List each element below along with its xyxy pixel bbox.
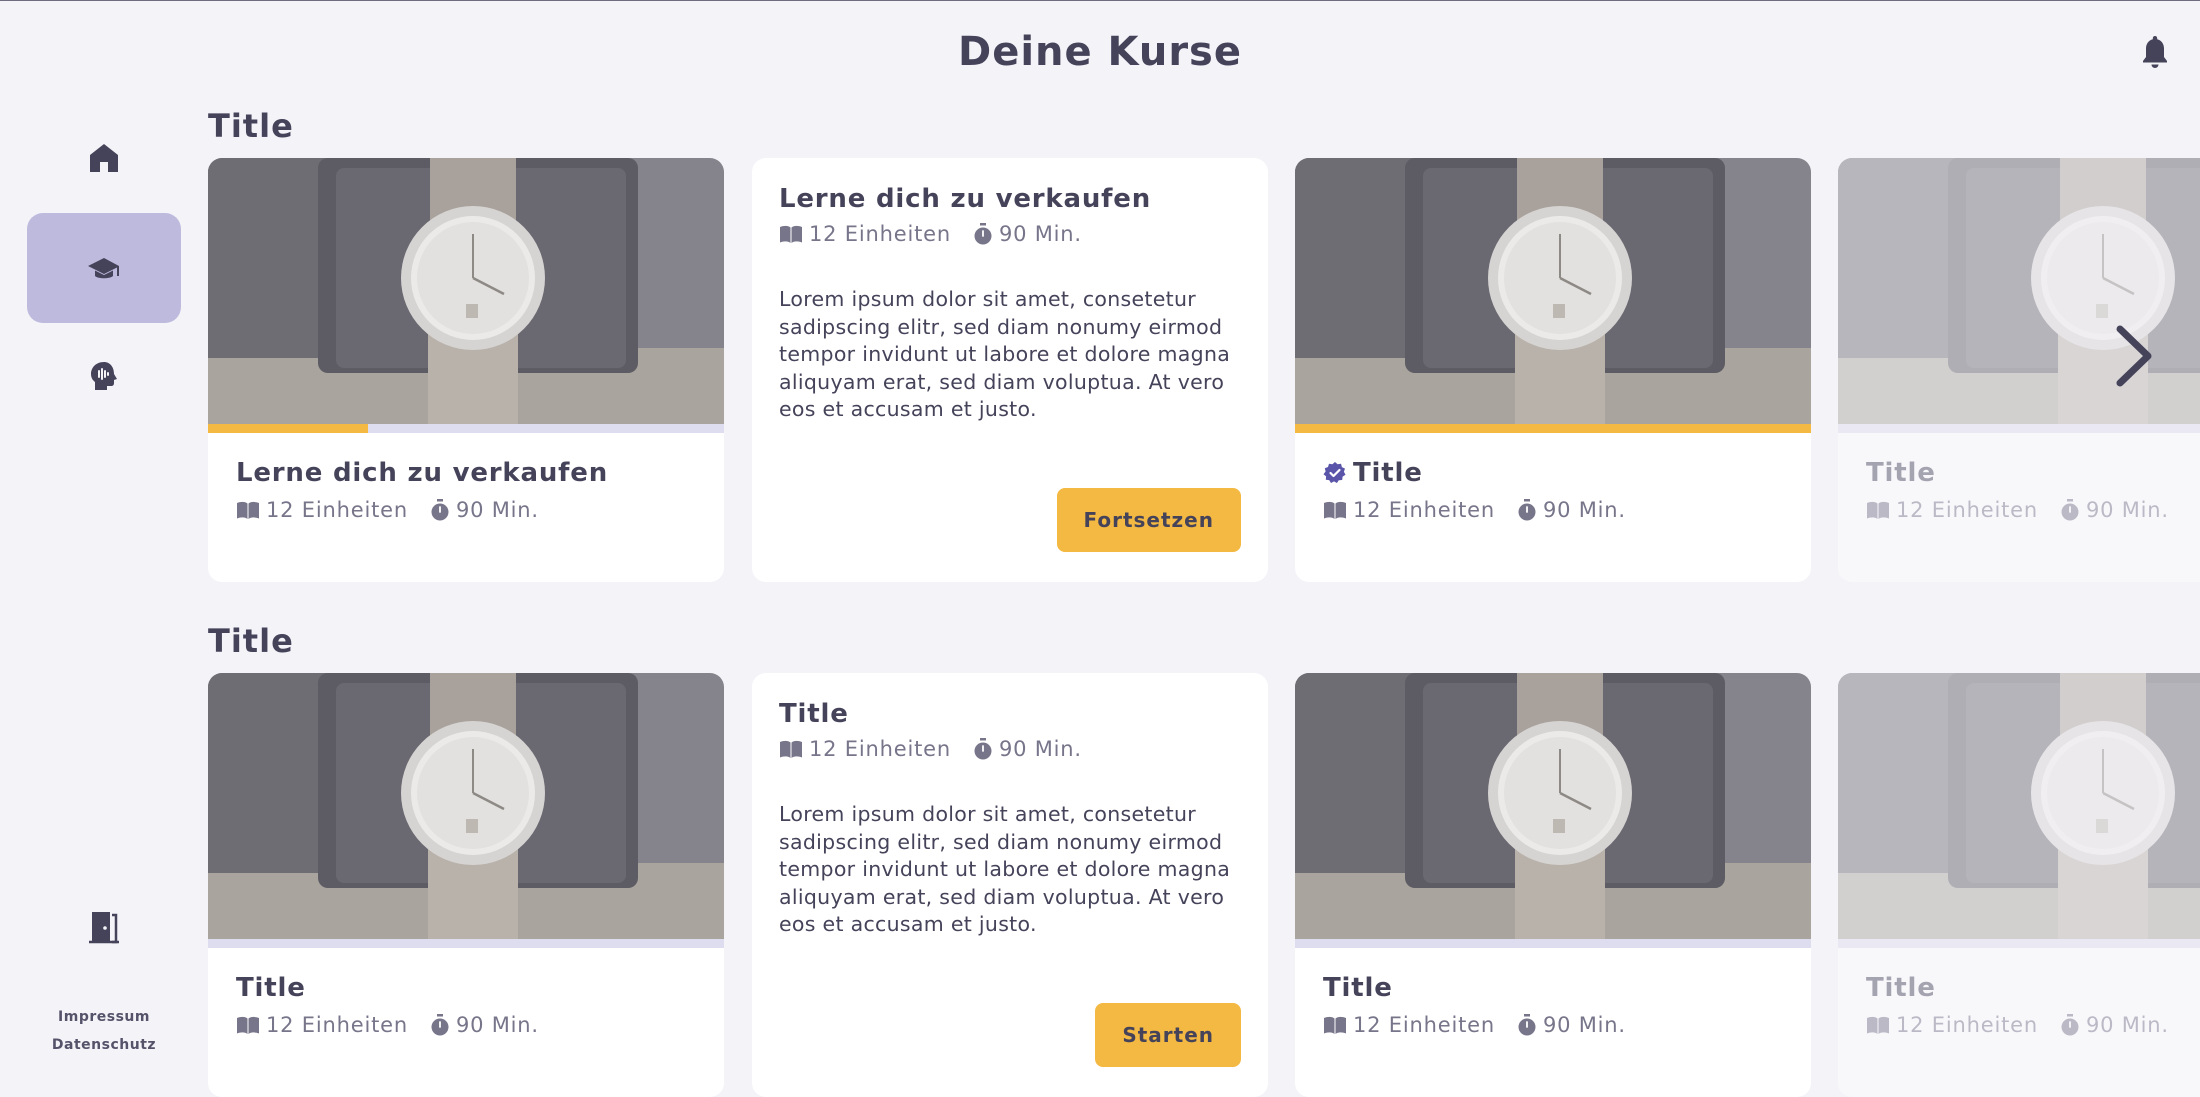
course-meta: 12 Einheiten 90 Min. [1866,1013,2169,1037]
course-title-row: Title [1323,458,1423,488]
course-meta: 12 Einheiten 90 Min. [236,1013,539,1037]
start-button[interactable]: Starten [1095,1003,1241,1067]
progress-fill [208,424,368,433]
progress-bar [1295,939,1811,948]
course-card[interactable]: Title 12 Einheiten 90 Min. [1838,673,2200,1097]
course-title: Title [1866,973,1936,1003]
timer-icon [974,223,992,245]
units-label: 12 Einheiten [266,1013,408,1037]
book-icon [1324,501,1346,519]
course-title: Title [1323,973,1393,1003]
sidebar-item-courses[interactable] [27,213,181,323]
units-label: 12 Einheiten [266,498,408,522]
duration-label: 90 Min. [998,737,1082,761]
duration-label: 90 Min. [998,222,1082,246]
units-label: 12 Einheiten [1896,498,2038,522]
graduation-cap-icon [88,258,119,279]
course-card[interactable]: Title 12 Einheiten 90 Min. [208,673,724,1097]
timer-icon [431,499,449,521]
course-title: Lerne dich zu verkaufen [779,184,1152,214]
section-title: Title [208,107,294,145]
timer-icon [974,738,992,760]
units-label: 12 Einheiten [1353,1013,1495,1037]
progress-bar [1295,424,1811,433]
units-label: 12 Einheiten [1353,498,1495,522]
duration-label: 90 Min. [2085,1013,2169,1037]
section-title: Title [208,622,294,660]
course-meta: 12 Einheiten 90 Min. [1323,1013,1626,1037]
course-title-row: Title [1323,973,1393,1003]
book-icon [780,740,802,758]
progress-fill [1295,424,1811,433]
head-icon [91,362,117,390]
course-meta: 12 Einheiten 90 Min. [779,222,1082,246]
book-icon [1867,1016,1889,1034]
units-label: 12 Einheiten [809,222,951,246]
course-title: Title [1353,458,1423,488]
course-card[interactable]: Title 12 Einheiten 90 Min. [1295,673,1811,1097]
course-thumbnail [208,673,724,941]
book-icon [1867,501,1889,519]
course-description: Lorem ipsum dolor sit amet, consetetur s… [779,287,1231,421]
continue-button[interactable]: Fortsetzen [1056,488,1241,552]
progress-bar [208,424,724,433]
verified-badge-icon [1323,462,1346,483]
book-icon [1324,1016,1346,1034]
course-description: Lorem ipsum dolor sit amet, consetetur s… [779,802,1231,936]
course-title-row: Title [236,973,306,1003]
book-icon [237,1016,259,1034]
course-thumbnail [1838,673,2200,941]
course-thumbnail [208,158,724,426]
course-title: Title [1866,458,1936,488]
course-meta: 12 Einheiten 90 Min. [1866,498,2169,522]
timer-icon [2061,1014,2079,1036]
progress-bar [208,939,724,948]
course-title: Title [236,973,306,1003]
home-icon [90,144,118,172]
course-title-row: Lerne dich zu verkaufen [236,458,608,488]
duration-label: 90 Min. [1542,498,1626,522]
progress-bar [1838,424,2200,433]
chevron-right-icon[interactable] [2112,323,2156,389]
book-icon [780,225,802,243]
timer-icon [2061,499,2079,521]
units-label: 12 Einheiten [1896,1013,2038,1037]
sidebar-item-home[interactable] [27,103,181,213]
duration-label: 90 Min. [2085,498,2169,522]
units-label: 12 Einheiten [809,737,951,761]
timer-icon [1518,499,1536,521]
impressum-link[interactable]: Impressum [27,1009,181,1025]
sidebar-item-ai[interactable] [27,321,181,431]
progress-bar [1838,939,2200,948]
course-title: Lerne dich zu verkaufen [236,458,609,488]
course-meta: 12 Einheiten 90 Min. [1323,498,1626,522]
timer-icon [431,1014,449,1036]
course-card[interactable]: Title 12 Einheiten 90 Min. [1295,158,1811,582]
course-meta: 12 Einheiten 90 Min. [779,737,1082,761]
course-detail-card: Title 12 Einheiten 90 Min. Lorem ipsum d… [752,673,1268,1097]
timer-icon [1518,1014,1536,1036]
course-title-row: Title [1866,458,1936,488]
datenschutz-link[interactable]: Datenschutz [27,1037,181,1053]
course-thumbnail [1295,158,1811,426]
course-thumbnail [1295,673,1811,941]
notification-bell-icon[interactable] [2140,34,2170,70]
course-title-row: Title [1866,973,1936,1003]
course-meta: 12 Einheiten 90 Min. [236,498,539,522]
duration-label: 90 Min. [1542,1013,1626,1037]
course-detail-card: Lerne dich zu verkaufen 12 Einheiten 90 … [752,158,1268,582]
course-card[interactable]: Lerne dich zu verkaufen 12 Einheiten 90 … [208,158,724,582]
duration-label: 90 Min. [455,1013,539,1037]
page-title: Deine Kurse [957,29,1242,75]
book-icon [237,501,259,519]
duration-label: 90 Min. [455,498,539,522]
door-exit-icon[interactable] [88,909,120,945]
course-title: Title [779,699,849,729]
